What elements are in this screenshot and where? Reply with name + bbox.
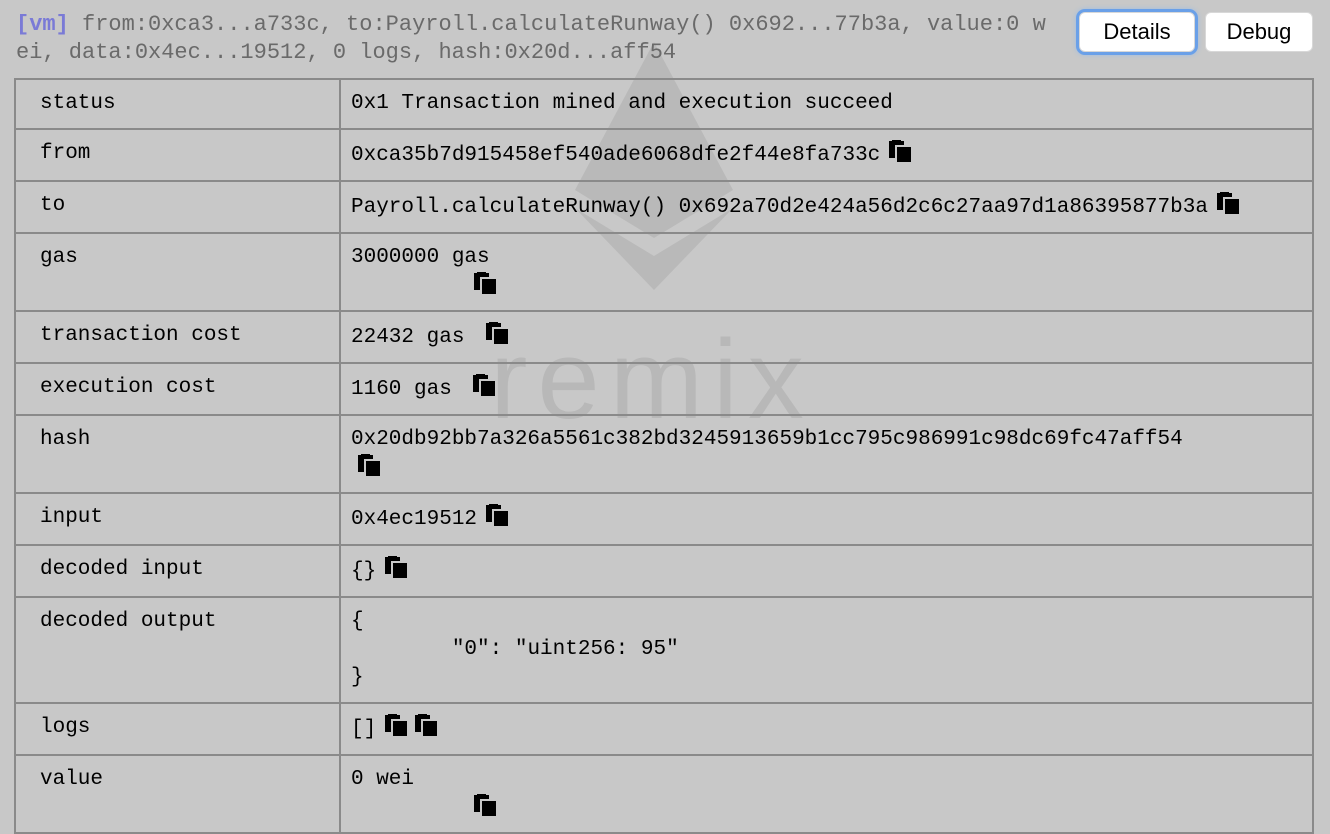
- status-value: 0x1 Transaction mined and execution succ…: [351, 92, 893, 115]
- transaction-details-table: status 0x1 Transaction mined and executi…: [14, 78, 1314, 834]
- row-value: 1160 gas: [339, 362, 1314, 416]
- row-key: from: [14, 128, 341, 182]
- row-key: to: [14, 180, 341, 234]
- row-key: decoded output: [14, 596, 341, 704]
- row-key: decoded input: [14, 544, 341, 598]
- hash-value: 0x20db92bb7a326a5561c382bd3245913659b1cc…: [351, 428, 1183, 451]
- row-key: input: [14, 492, 341, 546]
- debug-button[interactable]: Debug: [1205, 12, 1313, 52]
- row-value: []: [339, 702, 1314, 756]
- row-value: 0x1 Transaction mined and execution succ…: [339, 78, 1314, 130]
- vm-tag: [vm]: [16, 12, 69, 37]
- copy-icon[interactable]: [357, 454, 383, 478]
- row-key: logs: [14, 702, 341, 756]
- copy-icon[interactable]: [473, 272, 499, 296]
- table-row-to: to Payroll.calculateRunway() 0x692a70d2e…: [14, 180, 1314, 234]
- copy-icon[interactable]: [473, 794, 499, 818]
- row-value: Payroll.calculateRunway() 0x692a70d2e424…: [339, 180, 1314, 234]
- table-row-gas: gas 3000000 gas: [14, 232, 1314, 312]
- table-row-logs: logs []: [14, 702, 1314, 756]
- copy-icon[interactable]: [485, 322, 511, 346]
- table-row-input: input 0x4ec19512: [14, 492, 1314, 546]
- execution-cost-value: 1160 gas: [351, 378, 465, 401]
- table-row-transaction-cost: transaction cost 22432 gas: [14, 310, 1314, 364]
- row-value: {}: [339, 544, 1314, 598]
- table-row-value: value 0 wei: [14, 754, 1314, 834]
- copy-icon[interactable]: [1216, 192, 1242, 216]
- copy-icon[interactable]: [384, 714, 410, 738]
- to-value: Payroll.calculateRunway() 0x692a70d2e424…: [351, 196, 1208, 219]
- row-key: hash: [14, 414, 341, 494]
- copy-icon[interactable]: [384, 556, 410, 580]
- copy-icon[interactable]: [414, 714, 440, 738]
- table-row-status: status 0x1 Transaction mined and executi…: [14, 78, 1314, 130]
- row-value: 0xca35b7d915458ef540ade6068dfe2f44e8fa73…: [339, 128, 1314, 182]
- table-row-execution-cost: execution cost 1160 gas: [14, 362, 1314, 416]
- row-value: { "0": "uint256: 95" }: [339, 596, 1314, 704]
- row-key: execution cost: [14, 362, 341, 416]
- transaction-cost-value: 22432 gas: [351, 326, 478, 349]
- row-key: gas: [14, 232, 341, 312]
- transaction-summary-text: from:0xca3...a733c, to:Payroll.calculate…: [16, 12, 1046, 65]
- row-value: 0x20db92bb7a326a5561c382bd3245913659b1cc…: [339, 414, 1314, 494]
- row-key: transaction cost: [14, 310, 341, 364]
- decoded-output-value: { "0": "uint256: 95" }: [351, 610, 679, 689]
- logs-value: []: [351, 718, 377, 741]
- from-value: 0xca35b7d915458ef540ade6068dfe2f44e8fa73…: [351, 144, 881, 167]
- decoded-input-value: {}: [351, 560, 377, 583]
- copy-icon[interactable]: [888, 140, 914, 164]
- row-value: 22432 gas: [339, 310, 1314, 364]
- row-value: 0x4ec19512: [339, 492, 1314, 546]
- copy-icon[interactable]: [472, 374, 498, 398]
- value-value: 0 wei: [351, 768, 415, 791]
- table-row-decoded-output: decoded output { "0": "uint256: 95" }: [14, 596, 1314, 704]
- table-row-decoded-input: decoded input {}: [14, 544, 1314, 598]
- gas-value: 3000000 gas: [351, 246, 490, 269]
- row-key: status: [14, 78, 341, 130]
- row-value: 3000000 gas: [339, 232, 1314, 312]
- input-value: 0x4ec19512: [351, 508, 478, 531]
- row-value: 0 wei: [339, 754, 1314, 834]
- transaction-summary: [vm] from:0xca3...a733c, to:Payroll.calc…: [16, 11, 1056, 67]
- table-row-from: from 0xca35b7d915458ef540ade6068dfe2f44e…: [14, 128, 1314, 182]
- row-key: value: [14, 754, 341, 834]
- copy-icon[interactable]: [485, 504, 511, 528]
- details-button[interactable]: Details: [1079, 12, 1195, 52]
- table-row-hash: hash 0x20db92bb7a326a5561c382bd324591365…: [14, 414, 1314, 494]
